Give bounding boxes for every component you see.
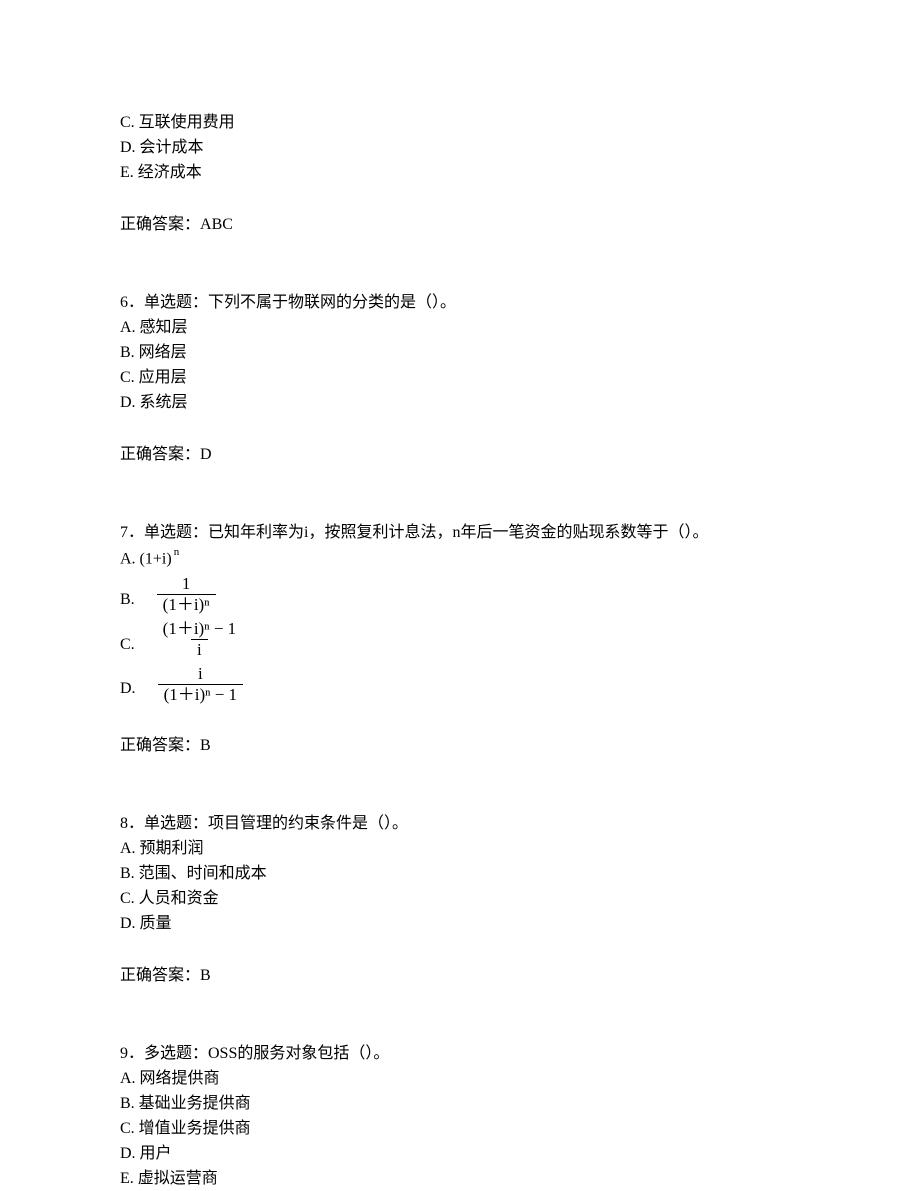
answer-value: B <box>200 967 211 984</box>
fraction-denominator: (1＋i)ⁿ − 1 <box>158 684 244 704</box>
option-c: C. (1＋i)ⁿ − 1 i <box>120 620 800 659</box>
question-5-partial: C. 互联使用费用 D. 会计成本 E. 经济成本 正确答案：ABC <box>120 111 800 237</box>
question-stem: 7．单选题：已知年利率为i，按照复利计息法，n年后一笔资金的贴现系数等于（）。 <box>120 521 800 545</box>
option-b: B. 网络层 <box>120 341 800 365</box>
fraction-numerator: 1 <box>176 575 197 594</box>
option-c: C. 增值业务提供商 <box>120 1117 800 1141</box>
answer-line: 正确答案：B <box>120 964 800 988</box>
option-d: D. i (1＋i)ⁿ − 1 <box>120 665 800 704</box>
option-b: B. 基础业务提供商 <box>120 1092 800 1116</box>
fraction-numerator: i <box>192 665 209 684</box>
question-stem: 8．单选题：项目管理的约束条件是（）。 <box>120 812 800 836</box>
question-stem: 6．单选题：下列不属于物联网的分类的是（）。 <box>120 291 800 315</box>
option-d: D. 质量 <box>120 912 800 936</box>
option-d: D. 会计成本 <box>120 136 800 160</box>
fraction-denominator: (1＋i)ⁿ <box>157 594 216 614</box>
option-e: E. 虚拟运营商 <box>120 1167 800 1191</box>
answer-label: 正确答案： <box>120 967 200 984</box>
option-a: A. 预期利润 <box>120 837 800 861</box>
answer-label: 正确答案： <box>120 446 200 463</box>
question-7: 7．单选题：已知年利率为i，按照复利计息法，n年后一笔资金的贴现系数等于（）。 … <box>120 521 800 758</box>
fraction-numerator: (1＋i)ⁿ − 1 <box>157 620 243 639</box>
option-d: D. 系统层 <box>120 391 800 415</box>
answer-value: B <box>200 737 211 754</box>
question-stem: 9．多选题：OSS的服务对象包括（）。 <box>120 1042 800 1066</box>
answer-line: 正确答案：B <box>120 734 800 758</box>
formula-icon: 1 (1＋i)ⁿ <box>157 575 216 614</box>
option-d-label: D. <box>120 677 136 703</box>
question-6: 6．单选题：下列不属于物联网的分类的是（）。 A. 感知层 B. 网络层 C. … <box>120 291 800 467</box>
answer-label: 正确答案： <box>120 216 200 233</box>
option-c: C. 应用层 <box>120 366 800 390</box>
option-a: A. (1+i)n <box>120 546 800 571</box>
question-9: 9．多选题：OSS的服务对象包括（）。 A. 网络提供商 B. 基础业务提供商 … <box>120 1042 800 1191</box>
option-d: D. 用户 <box>120 1142 800 1166</box>
option-c-label: C. <box>120 633 135 659</box>
answer-line: 正确答案：D <box>120 443 800 467</box>
option-a-sup: n <box>174 546 180 558</box>
formula-icon: i (1＋i)ⁿ − 1 <box>158 665 244 704</box>
answer-label: 正确答案： <box>120 737 200 754</box>
option-e: E. 经济成本 <box>120 161 800 185</box>
formula-icon: (1＋i)ⁿ − 1 i <box>157 620 243 659</box>
option-a: A. 感知层 <box>120 316 800 340</box>
option-c: C. 人员和资金 <box>120 887 800 911</box>
option-a-prefix: A. (1+i) <box>120 550 172 567</box>
answer-value: ABC <box>200 216 233 233</box>
option-b: B. 1 (1＋i)ⁿ <box>120 575 800 614</box>
option-a: A. 网络提供商 <box>120 1067 800 1091</box>
option-c: C. 互联使用费用 <box>120 111 800 135</box>
fraction-denominator: i <box>191 639 208 659</box>
option-b: B. 范围、时间和成本 <box>120 862 800 886</box>
option-b-label: B. <box>120 588 135 614</box>
question-8: 8．单选题：项目管理的约束条件是（）。 A. 预期利润 B. 范围、时间和成本 … <box>120 812 800 988</box>
answer-value: D <box>200 446 212 463</box>
answer-line: 正确答案：ABC <box>120 213 800 237</box>
